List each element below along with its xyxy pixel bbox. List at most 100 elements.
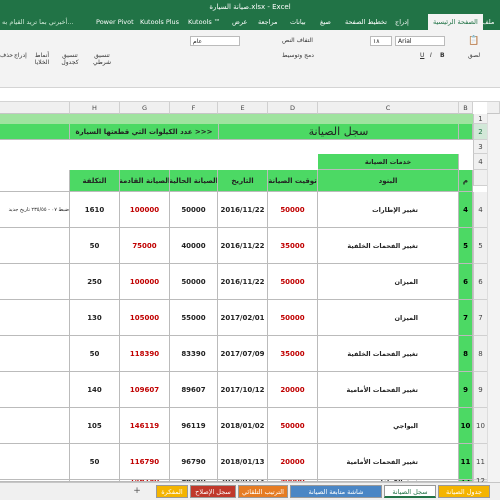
cell-timing[interactable]: 50000: [268, 300, 318, 336]
cell-notes[interactable]: [0, 264, 70, 300]
cell-n[interactable]: 9: [459, 372, 473, 408]
font-name-select[interactable]: Arial: [395, 36, 445, 46]
row-header[interactable]: 2: [473, 124, 487, 140]
cell-styles-button[interactable]: أنماط الخلايا: [30, 52, 54, 66]
merge-center-button[interactable]: دمج وتوسيط: [282, 52, 314, 59]
cell-next[interactable]: 109607: [120, 372, 170, 408]
cell-date[interactable]: 2016/11/22: [218, 228, 268, 264]
tab-view[interactable]: عرض: [232, 14, 247, 30]
row-header[interactable]: 4: [473, 154, 487, 170]
cell-date[interactable]: 2018/01/13: [218, 444, 268, 480]
cell-timing[interactable]: 50000: [268, 264, 318, 300]
select-all-corner[interactable]: [487, 102, 500, 114]
cell-cost[interactable]: 50: [70, 444, 120, 480]
tab-insert[interactable]: إدراج: [395, 14, 409, 30]
tab-power-pivot[interactable]: Power Pivot: [96, 14, 134, 30]
cell-item[interactable]: تغيير الفحمات الخلفية: [318, 336, 459, 372]
conditional-format-button[interactable]: تنسيق شرطي: [88, 52, 116, 66]
tab-home[interactable]: الصفحة الرئيسية: [428, 14, 483, 30]
add-sheet-button[interactable]: +: [130, 485, 144, 498]
font-size-select[interactable]: ١٨: [370, 36, 392, 46]
row-header[interactable]: 4: [473, 192, 487, 228]
tab-formulas[interactable]: صيغ: [320, 14, 331, 30]
sheet-tab-auto-sort[interactable]: الترتيب التلقائي: [238, 485, 288, 498]
paste-icon[interactable]: 📋: [468, 36, 479, 46]
cell-notes[interactable]: [0, 408, 70, 444]
row-header[interactable]: 1: [473, 114, 487, 124]
tab-file[interactable]: ملف: [482, 14, 494, 30]
sheet-tab-notebook[interactable]: المفكرة: [156, 485, 188, 498]
col-header-c[interactable]: C: [318, 102, 459, 114]
cell-next[interactable]: 100000: [120, 192, 170, 228]
tab-kutools-plus[interactable]: Kutools Plus: [140, 14, 179, 30]
format-as-table-button[interactable]: تنسيق كجدول: [56, 52, 84, 66]
cell-item[interactable]: الميزان: [318, 264, 459, 300]
cell-item[interactable]: تغيير الإطارات: [318, 192, 459, 228]
row-header[interactable]: 10: [473, 408, 487, 444]
row-header[interactable]: [473, 170, 487, 186]
cell-date[interactable]: 2017/07/09: [218, 336, 268, 372]
cell-current[interactable]: 96790: [170, 444, 218, 480]
cell-n[interactable]: 11: [459, 444, 473, 480]
vertical-scrollbar[interactable]: [487, 114, 500, 482]
col-header-f[interactable]: F: [170, 102, 218, 114]
wrap-text-button[interactable]: التفاف النص: [282, 37, 313, 44]
cell-timing[interactable]: 35000: [268, 336, 318, 372]
sheet-tab-maintenance-tracking[interactable]: شاشة متابعة الصيانة: [290, 485, 382, 498]
italic-button[interactable]: I: [430, 52, 432, 59]
cell-timing[interactable]: 50000: [268, 192, 318, 228]
cell-timing[interactable]: 20000: [268, 372, 318, 408]
tab-review[interactable]: مراجعة: [258, 14, 278, 30]
formula-bar[interactable]: [0, 88, 500, 102]
cell-timing[interactable]: 35000: [268, 228, 318, 264]
cell-timing[interactable]: 20000: [268, 444, 318, 480]
cell-next[interactable]: 105000: [120, 300, 170, 336]
cell-cost[interactable]: 140: [70, 372, 120, 408]
cell-n[interactable]: 6: [459, 264, 473, 300]
row-header[interactable]: 6: [473, 264, 487, 300]
sheet-tab-maintenance-log[interactable]: سجل الصيانة: [384, 485, 436, 498]
cell-date[interactable]: 2016/11/22: [218, 264, 268, 300]
cell-item[interactable]: تغيير الفحمات الأمامية: [318, 372, 459, 408]
col-header-e[interactable]: E: [218, 102, 268, 114]
tab-kutools[interactable]: Kutools ™: [188, 14, 220, 30]
cell-cost[interactable]: 130: [70, 300, 120, 336]
underline-button[interactable]: U: [420, 52, 424, 59]
cell-next[interactable]: 75000: [120, 228, 170, 264]
cell-next[interactable]: 100000: [120, 264, 170, 300]
tell-me-box[interactable]: أخبرني بما تريد القيام به...: [2, 14, 74, 30]
cell-notes[interactable]: [0, 372, 70, 408]
row-header[interactable]: 3: [473, 140, 487, 154]
cell-item[interactable]: البواجي: [318, 408, 459, 444]
cell-notes[interactable]: [0, 300, 70, 336]
row-header[interactable]: 7: [473, 300, 487, 336]
cell-next[interactable]: 116790: [120, 444, 170, 480]
cell-n[interactable]: 10: [459, 408, 473, 444]
tab-page-layout[interactable]: تخطيط الصفحة: [345, 14, 387, 30]
cell-cost[interactable]: 50: [70, 228, 120, 264]
cell-current[interactable]: 96119: [170, 408, 218, 444]
sheet-tab-maintenance-schedule[interactable]: جدول الصيانة: [438, 485, 490, 498]
cell-item[interactable]: تغيير الفحمات الأمامية: [318, 444, 459, 480]
cell-next[interactable]: 146119: [120, 408, 170, 444]
cell-notes[interactable]: [0, 336, 70, 372]
cell-current[interactable]: 50000: [170, 192, 218, 228]
paste-button[interactable]: لصق: [468, 52, 480, 59]
cell-n[interactable]: 7: [459, 300, 473, 336]
cell-date[interactable]: 2018/01/02: [218, 408, 268, 444]
col-header-d[interactable]: D: [268, 102, 318, 114]
tab-data[interactable]: بيانات: [290, 14, 306, 30]
cell-current[interactable]: 55000: [170, 300, 218, 336]
insert-cells-button[interactable]: إدراج: [14, 52, 27, 59]
cell-cost[interactable]: 250: [70, 264, 120, 300]
row-header[interactable]: 8: [473, 336, 487, 372]
cell-n[interactable]: 8: [459, 336, 473, 372]
cell-notes[interactable]: [0, 228, 70, 264]
col-header-h[interactable]: H: [70, 102, 120, 114]
cell-current[interactable]: 83390: [170, 336, 218, 372]
cell-notes[interactable]: ضبط ٠٧ - ٢٣٥/٥٥ تاريخ جديد: [0, 192, 70, 228]
cell-timing[interactable]: 50000: [268, 408, 318, 444]
cell-current[interactable]: 40000: [170, 228, 218, 264]
cell-current[interactable]: 89607: [170, 372, 218, 408]
cell-date[interactable]: 2016/11/22: [218, 192, 268, 228]
